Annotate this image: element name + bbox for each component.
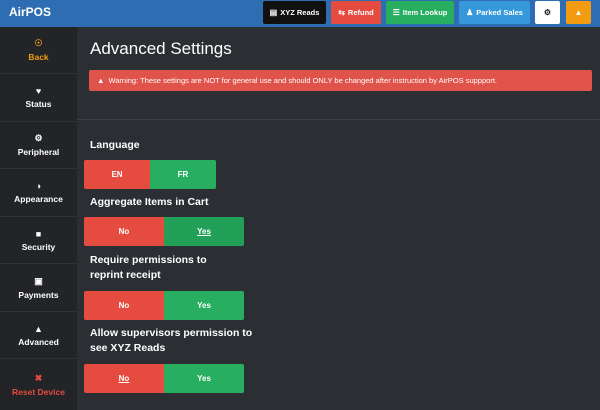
bell-icon: ▲ xyxy=(574,8,583,17)
sidebar-item-appearance[interactable]: ◑ Appearance xyxy=(0,169,77,217)
back-circle-icon: ☉ xyxy=(34,38,43,48)
aggregate-option-no[interactable]: No xyxy=(84,217,164,246)
heart-icon: ♥ xyxy=(35,86,42,96)
item-lookup-button[interactable]: ☰ Item Lookup xyxy=(386,1,454,24)
half-circle-icon: ◑ xyxy=(35,181,42,191)
sidebar-item-label: Back xyxy=(28,52,49,62)
supervisor-option-no[interactable]: No xyxy=(84,364,164,393)
sidebar-item-status[interactable]: ♥ Status xyxy=(0,74,77,122)
language-toggle: EN FR xyxy=(84,160,216,189)
supervisor-option-yes[interactable]: Yes xyxy=(164,364,244,393)
parked-sales-label: Parked Sales xyxy=(476,8,523,17)
brand-logo[interactable]: AirPOS xyxy=(9,5,51,19)
aggregate-items-toggle: No Yes xyxy=(84,217,244,246)
sidebar-item-label: Security xyxy=(21,241,56,252)
sidebar-item-label: Payments xyxy=(18,289,59,300)
language-option-en[interactable]: EN xyxy=(84,160,150,189)
refund-icon: ⇆ xyxy=(338,8,345,17)
sidebar-item-payments[interactable]: ▣ Payments xyxy=(0,264,77,312)
item-lookup-label: Item Lookup xyxy=(402,8,448,17)
sidebar-item-label: Status xyxy=(25,99,52,109)
setting-label-reprint-permissions: Require permissions to reprint receipt xyxy=(90,254,207,281)
settings-button[interactable]: ⚙ xyxy=(535,1,560,24)
setting-label-supervisor-xyz: Allow supervisors permission to see XYZ … xyxy=(90,327,253,354)
notifications-button[interactable]: ▲ xyxy=(566,1,591,24)
refund-button[interactable]: ⇆ Refund xyxy=(331,1,381,24)
reprint-permissions-toggle: No Yes xyxy=(84,291,244,320)
cart-icon: ▣ xyxy=(34,275,43,286)
sidebar-item-advanced[interactable]: ▲ Advanced xyxy=(0,312,77,359)
sidebar-item-reset-device[interactable]: ✖ Reset Device xyxy=(0,359,77,410)
gear-icon: ⚙ xyxy=(543,8,552,17)
page-title: Advanced Settings xyxy=(90,39,232,58)
language-option-fr[interactable]: FR xyxy=(150,160,216,189)
sidebar-item-back[interactable]: ☉ Back xyxy=(0,27,77,74)
reprint-option-no[interactable]: No xyxy=(84,291,164,320)
sidebar-item-label: Peripheral xyxy=(17,147,60,157)
xyz-reads-button[interactable]: ▤ XYZ Reads xyxy=(263,1,326,24)
warning-banner: ▲ Warning: These settings are NOT for ge… xyxy=(89,70,592,91)
lock-icon: ■ xyxy=(35,228,42,239)
main-content: Advanced Settings ▲ Warning: These setti… xyxy=(77,27,600,410)
warning-icon: ▲ xyxy=(34,323,43,334)
document-icon: ▤ xyxy=(269,8,278,17)
parked-sales-button[interactable]: ♟ Parked Sales xyxy=(459,1,530,24)
setting-label-aggregate-items: Aggregate Items in Cart xyxy=(90,196,209,208)
close-icon: ✖ xyxy=(34,372,43,383)
top-bar: AirPOS ▤ XYZ Reads ⇆ Refund ☰ Item Looku… xyxy=(0,0,600,27)
warning-text: Warning: These settings are NOT for gene… xyxy=(108,76,497,85)
supervisor-xyz-toggle: No Yes xyxy=(84,364,244,393)
sidebar-item-label: Appearance xyxy=(14,194,63,204)
gear-icon: ⚙ xyxy=(34,133,43,143)
setting-label-language: Language xyxy=(90,139,140,151)
users-icon: ♟ xyxy=(466,8,474,17)
sidebar-item-security[interactable]: ■ Security xyxy=(0,217,77,264)
divider xyxy=(77,119,600,120)
sidebar: ☉ Back ♥ Status ⚙ Peripheral ◑ Appearanc… xyxy=(0,27,77,410)
sidebar-item-peripheral[interactable]: ⚙ Peripheral xyxy=(0,122,77,169)
list-icon: ☰ xyxy=(392,8,400,17)
aggregate-option-yes[interactable]: Yes xyxy=(164,217,244,246)
reprint-option-yes[interactable]: Yes xyxy=(164,291,244,320)
sidebar-item-label: Reset Device xyxy=(12,386,65,397)
xyz-reads-label: XYZ Reads xyxy=(280,8,320,17)
warning-icon: ▲ xyxy=(97,76,105,85)
sidebar-item-label: Advanced xyxy=(18,336,59,347)
refund-label: Refund xyxy=(347,8,374,17)
